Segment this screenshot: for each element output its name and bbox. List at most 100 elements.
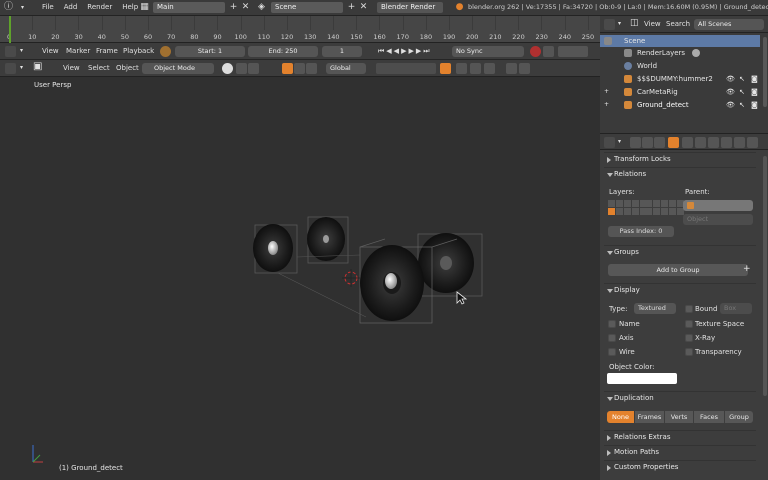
- renderable-camera-icon[interactable]: ◙: [751, 99, 758, 111]
- outliner-menu-icon[interactable]: ◫: [630, 18, 639, 28]
- display-type-select[interactable]: Textured: [634, 303, 676, 314]
- visibility-eye-icon[interactable]: 👁: [726, 99, 735, 111]
- snap-icon[interactable]: [470, 63, 481, 74]
- expand-arrow-icon[interactable]: +: [604, 99, 609, 111]
- menu-file[interactable]: File: [42, 3, 54, 11]
- dup-faces-button[interactable]: Faces: [694, 411, 724, 423]
- material-tab-icon[interactable]: [721, 137, 732, 148]
- view3d-menu-object[interactable]: Object: [116, 64, 139, 72]
- collapse-menu-icon[interactable]: ▾: [17, 2, 28, 13]
- delete-screen-icon[interactable]: ✕: [240, 2, 251, 13]
- panel-groups[interactable]: Groups: [604, 245, 756, 258]
- menu-render[interactable]: Render: [87, 3, 112, 11]
- constraints-tab-icon[interactable]: [682, 137, 693, 148]
- viewport-shading-icon[interactable]: [222, 63, 233, 74]
- scene-icon[interactable]: ◈: [256, 2, 267, 13]
- properties-scrollbar[interactable]: [763, 156, 767, 396]
- dup-frames-button[interactable]: Frames: [635, 411, 664, 423]
- timeline-menu-playback[interactable]: Playback: [123, 47, 154, 55]
- lock-camera-icon[interactable]: [440, 63, 451, 74]
- xray-checkbox[interactable]: [685, 334, 693, 342]
- dup-verts-button[interactable]: Verts: [665, 411, 693, 423]
- bound-checkbox[interactable]: [685, 305, 693, 313]
- frame-ruler[interactable]: 0102030405060708090100110120130140150160…: [0, 16, 600, 43]
- outliner-editor-type-icon[interactable]: [604, 19, 615, 30]
- keying-set-field[interactable]: [558, 46, 588, 57]
- panel-transform-locks[interactable]: Transform Locks: [604, 152, 756, 165]
- pass-index-field[interactable]: Pass Index: 0: [608, 226, 674, 237]
- outliner-display-select[interactable]: All Scenes: [694, 19, 764, 30]
- timeline-editor[interactable]: 0102030405060708090100110120130140150160…: [0, 16, 600, 43]
- selectable-arrow-icon[interactable]: ↖: [739, 73, 745, 85]
- outliner-item-scene[interactable]: Scene: [600, 35, 760, 47]
- texture-space-checkbox[interactable]: [685, 320, 693, 328]
- panel-relations[interactable]: Relations: [604, 167, 756, 180]
- view3d-menu-view[interactable]: View: [63, 64, 80, 72]
- parent-type-select[interactable]: Object: [683, 214, 753, 225]
- preview-range-icon[interactable]: [160, 46, 171, 57]
- selectable-arrow-icon[interactable]: ↖: [739, 86, 745, 98]
- texture-tab-icon[interactable]: [734, 137, 745, 148]
- record-keyframe-icon[interactable]: [530, 46, 541, 57]
- outliner-item-renderlayers[interactable]: RenderLayers: [600, 47, 760, 59]
- 3d-cursor[interactable]: [342, 269, 360, 287]
- renderable-camera-icon[interactable]: ◙: [751, 86, 758, 98]
- screen-layout-icon[interactable]: ▦: [139, 2, 150, 13]
- outliner-item-carmetarig[interactable]: + CarMetaRig 👁 ↖ ◙: [600, 86, 760, 98]
- proportional-edit-icon[interactable]: [456, 63, 467, 74]
- current-frame-field[interactable]: 1: [322, 46, 362, 57]
- scene-name-field[interactable]: Scene: [271, 2, 343, 13]
- outliner-menu-view[interactable]: View: [644, 20, 661, 28]
- panel-display[interactable]: Display: [604, 283, 756, 296]
- rotate-manipulator-icon[interactable]: [294, 63, 305, 74]
- timeline-menu-frame[interactable]: Frame: [96, 47, 118, 55]
- interaction-mode-select[interactable]: Object Mode: [142, 63, 214, 74]
- visibility-eye-icon[interactable]: 👁: [726, 73, 735, 85]
- add-icon[interactable]: +: [743, 264, 751, 274]
- panel-motion-paths[interactable]: Motion Paths: [604, 445, 756, 458]
- modifiers-tab-icon[interactable]: [695, 137, 706, 148]
- transparency-checkbox[interactable]: [685, 348, 693, 356]
- timeline-menu-marker[interactable]: Marker: [66, 47, 90, 55]
- start-frame-field[interactable]: Start: 1: [175, 46, 245, 57]
- add-scene-icon[interactable]: +: [346, 2, 357, 13]
- render-tab-icon[interactable]: [630, 137, 641, 148]
- pivot-point-icon[interactable]: [236, 63, 247, 74]
- panel-relations-extras[interactable]: Relations Extras: [604, 430, 756, 443]
- opengl-render-icon[interactable]: [506, 63, 517, 74]
- keying-set-icon[interactable]: [543, 46, 554, 57]
- visibility-eye-icon[interactable]: 👁: [726, 86, 735, 98]
- playback-controls[interactable]: ⏮◀◀▶▶▶⏭: [378, 47, 432, 56]
- translate-manipulator-icon[interactable]: [282, 63, 293, 74]
- add-to-group-button[interactable]: Add to Group: [608, 264, 748, 276]
- sync-mode-select[interactable]: No Sync: [452, 46, 524, 57]
- render-engine-select[interactable]: Blender Render: [377, 2, 443, 13]
- dup-group-button[interactable]: Group: [725, 411, 753, 423]
- outliner-item-ground-detect[interactable]: + Ground_detect 👁 ↖ ◙: [600, 99, 760, 111]
- transform-orientation-select[interactable]: Global: [326, 63, 366, 74]
- collapse-menu-icon[interactable]: ▾: [618, 20, 621, 27]
- world-tab-icon[interactable]: [654, 137, 665, 148]
- wire-checkbox[interactable]: [608, 348, 616, 356]
- panel-duplication[interactable]: Duplication: [604, 391, 756, 404]
- panel-custom-properties[interactable]: Custom Properties: [604, 460, 756, 473]
- snap-element-icon[interactable]: [484, 63, 495, 74]
- view3d-editor-type-icon[interactable]: [5, 63, 16, 74]
- outliner-item-world[interactable]: World: [600, 60, 760, 72]
- bound-type-select[interactable]: Box: [720, 303, 752, 314]
- viewport-3d[interactable]: User Persp (1) Ground_detect: [0, 77, 600, 480]
- menu-help[interactable]: Help: [122, 3, 138, 11]
- timeline-editor-type-icon[interactable]: [5, 46, 16, 57]
- data-tab-icon[interactable]: [708, 137, 719, 148]
- outliner-menu-search[interactable]: Search: [666, 20, 690, 28]
- scale-manipulator-icon[interactable]: [306, 63, 317, 74]
- screen-name-field[interactable]: Main: [153, 2, 225, 13]
- wheel-rear-left[interactable]: [253, 224, 298, 274]
- collapse-menu-icon[interactable]: ▾: [618, 138, 621, 145]
- view3d-menu-select[interactable]: Select: [88, 64, 110, 72]
- info-editor-icon[interactable]: ⓘ: [3, 2, 14, 13]
- dup-none-button[interactable]: None: [607, 411, 634, 423]
- collapse-menu-icon[interactable]: ▾: [20, 47, 23, 54]
- object-tab-icon[interactable]: [668, 137, 679, 148]
- manipulator-toggle-icon[interactable]: [248, 63, 259, 74]
